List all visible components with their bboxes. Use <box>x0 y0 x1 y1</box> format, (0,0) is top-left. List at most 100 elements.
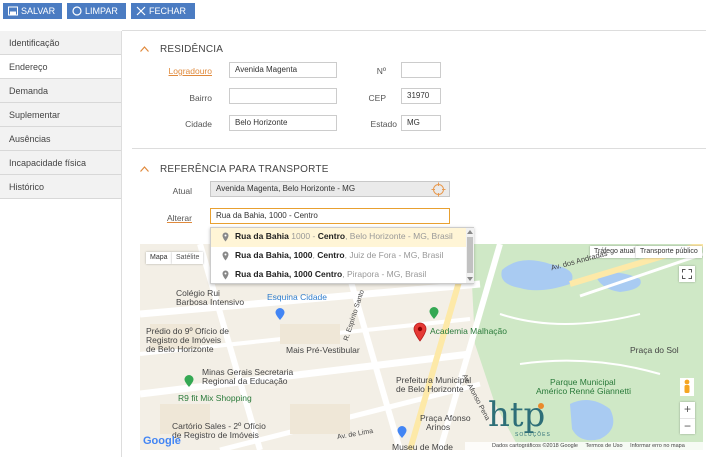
sidebar-item-label: Demanda <box>9 86 49 96</box>
map-label-predio3: de Belo Horizonte <box>146 344 214 354</box>
bairro-label: Bairro <box>189 93 212 103</box>
suggestion-tail: , Juiz de Fora - MG, Brasil <box>344 250 444 260</box>
map-label-prefeitura2: de Belo Horizonte <box>396 384 464 394</box>
sidebar-item-label: Endereço <box>9 62 48 72</box>
sidebar-item-identificacao[interactable]: Identificação <box>0 31 121 55</box>
cidade-input[interactable]: Belo Horizonte <box>229 115 337 131</box>
estado-label: Estado <box>370 119 397 129</box>
bairro-input[interactable] <box>229 88 337 104</box>
atual-input: Avenida Magenta, Belo Horizonte - MG <box>210 181 450 197</box>
map-marker-icon[interactable] <box>413 322 427 342</box>
map-label-esquina: Esquina Cidade <box>267 292 328 302</box>
map-label-cartorio2: de Registro de Imóveis <box>172 430 259 440</box>
logradouro-input[interactable]: Avenida Magenta <box>229 62 337 78</box>
clear-button[interactable]: LIMPAR <box>67 3 126 19</box>
atual-value: Avenida Magenta, Belo Horizonte - MG <box>216 184 356 193</box>
sidebar-item-label: Identificação <box>9 38 60 48</box>
suggestion-rest: 1000 - <box>288 231 318 241</box>
circle-icon <box>72 6 82 16</box>
map-label-colegio2: Barbosa Intensivo <box>176 297 245 307</box>
map-label-r9: R9 fit Mix Shopping <box>178 393 252 403</box>
cep-input[interactable]: 31970 <box>401 88 441 104</box>
street-view-icon[interactable] <box>680 378 694 396</box>
estado-input[interactable]: MG <box>401 115 441 131</box>
close-icon <box>136 6 146 16</box>
sidebar-item-incapacidade[interactable]: Incapacidade física <box>0 151 121 175</box>
save-button[interactable]: SALVAR <box>3 3 62 19</box>
map-label-museu: Museu de Mode <box>392 442 453 450</box>
location-pin-icon <box>222 232 229 242</box>
section-divider <box>132 148 706 149</box>
sidebar: Identificação Endereço Demanda Suplement… <box>0 31 122 457</box>
sidebar-item-suplementar[interactable]: Suplementar <box>0 103 121 127</box>
suggestion-tail: , Pirapora - MG, Brasil <box>342 269 427 279</box>
map-label-parque2: Américo Renné Giannetti <box>536 386 631 396</box>
poi-pin-icon <box>184 375 194 387</box>
chevron-up-icon[interactable] <box>140 46 149 52</box>
location-pin-icon <box>222 251 229 261</box>
crosshair-icon[interactable] <box>431 182 446 197</box>
scroll-up-icon[interactable] <box>467 230 473 234</box>
sidebar-item-historico[interactable]: Histórico <box>0 175 121 199</box>
map-report-link[interactable]: Informar erro no mapa <box>630 443 685 449</box>
suggestion-match: Centro <box>314 269 343 279</box>
zoom-out-button[interactable]: − <box>680 418 695 434</box>
logradouro-label[interactable]: Logradouro <box>150 66 212 76</box>
sidebar-item-label: Suplementar <box>9 110 61 120</box>
sidebar-item-label: Histórico <box>9 182 45 192</box>
save-icon <box>8 6 18 16</box>
dropdown-scrollbar[interactable] <box>466 228 474 283</box>
alterar-value: Rua da Bahia, 1000 - Centro <box>216 211 318 220</box>
suggestion-item[interactable]: Rua da Bahia, 1000, Centro, Juiz de Fora… <box>211 247 467 266</box>
logo-dot <box>538 403 544 409</box>
suggestion-item[interactable]: Rua da Bahia 1000 - Centro, Belo Horizon… <box>211 228 467 247</box>
top-divider <box>122 30 706 31</box>
fullscreen-button[interactable] <box>679 266 695 282</box>
close-button[interactable]: FECHAR <box>131 3 195 19</box>
chevron-up-icon[interactable] <box>140 166 149 172</box>
save-label: SALVAR <box>21 6 56 16</box>
map-tab-satellite[interactable]: Satélite <box>172 252 204 264</box>
suggestion-match: Rua da Bahia <box>235 231 289 241</box>
close-label: FECHAR <box>149 6 187 16</box>
suggestion-item[interactable]: Rua da Bahia, 1000 Centro, Pirapora - MG… <box>211 266 467 285</box>
numero-label: Nº <box>376 66 386 76</box>
scrollbar-thumb[interactable] <box>467 237 473 273</box>
cidade-label: Cidade <box>185 119 212 129</box>
transit-button[interactable]: Transporte público <box>636 246 702 258</box>
suggestion-match: Rua da Bahia, 1000 <box>235 250 313 260</box>
map-label-praca-sol: Praça do Sol <box>630 345 679 355</box>
numero-input[interactable] <box>401 62 441 78</box>
scroll-down-icon[interactable] <box>467 277 473 281</box>
suggestion-tail: , Belo Horizonte - MG, Brasil <box>345 231 453 241</box>
atual-label: Atual <box>172 186 192 196</box>
alterar-label: Alterar <box>166 213 192 223</box>
google-logo: Google <box>143 435 181 447</box>
sidebar-item-label: Ausências <box>9 134 51 144</box>
map-label-mais: Mais Pré-Vestibular <box>286 345 360 355</box>
suggestion-match: Rua da Bahia, 1000 <box>235 269 313 279</box>
suggestion-match: Centro <box>317 250 345 260</box>
map-copyright: Dados cartográficos ©2018 Google <box>492 443 578 449</box>
residencia-title: RESIDÊNCIA <box>160 44 224 55</box>
poi-pin-icon <box>429 307 439 319</box>
autocomplete-dropdown: Rua da Bahia 1000 - Centro, Belo Horizon… <box>210 227 474 284</box>
toolbar: SALVAR LIMPAR FECHAR <box>0 0 706 24</box>
alterar-input[interactable]: Rua da Bahia, 1000 - Centro <box>210 208 450 224</box>
suggestion-match: Centro <box>317 231 346 241</box>
poi-pin-icon <box>275 308 285 320</box>
sidebar-item-demanda[interactable]: Demanda <box>0 79 121 103</box>
htp-logo: htp <box>488 395 546 435</box>
sidebar-item-ausencias[interactable]: Ausências <box>0 127 121 151</box>
map-label-praca-afonso2: Arinos <box>426 422 451 432</box>
location-pin-icon <box>222 270 229 280</box>
sidebar-item-label: Incapacidade física <box>9 158 87 168</box>
map-terms-link[interactable]: Termos de Uso <box>586 443 623 449</box>
map-tab-map[interactable]: Mapa <box>146 252 172 264</box>
zoom-in-button[interactable]: + <box>680 402 695 418</box>
poi-pin-icon <box>397 426 407 438</box>
map-label-minas2: Regional da Educação <box>202 376 288 386</box>
cep-label: CEP <box>368 93 386 103</box>
map-label-academia: Academia Malhação <box>430 326 508 336</box>
sidebar-item-endereco[interactable]: Endereço <box>0 55 121 79</box>
